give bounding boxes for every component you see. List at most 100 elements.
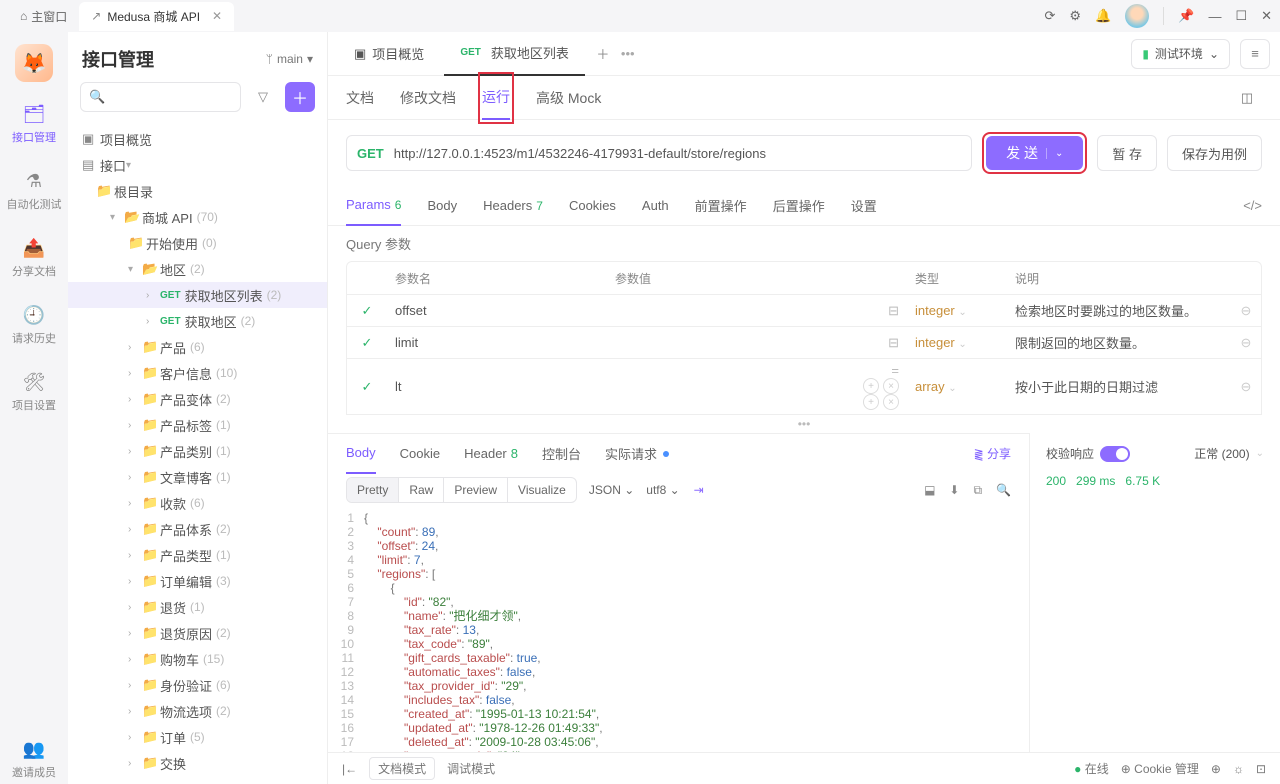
param-value[interactable]: ⊟ <box>607 331 907 355</box>
resptab-body[interactable]: Body <box>346 434 376 474</box>
param-desc[interactable]: 检索地区时要跳过的地区数量。 <box>1007 297 1231 324</box>
footer-icon-2[interactable]: ☼ <box>1233 762 1244 776</box>
tab-overview[interactable]: ▣项目概览 <box>338 32 440 76</box>
tree-product[interactable]: ›📁产品(6) <box>68 334 327 360</box>
maximize-icon[interactable]: ☐ <box>1235 8 1247 24</box>
save-button[interactable]: 暂 存 <box>1097 135 1157 171</box>
tree-order-edit[interactable]: ›📁订单编辑(3) <box>68 568 327 594</box>
copy-icon[interactable]: ⧉ <box>973 483 982 498</box>
download-icon[interactable]: ⬇ <box>949 483 959 497</box>
param-name[interactable]: limit <box>387 331 607 354</box>
tree-collect[interactable]: ›📁收款(6) <box>68 490 327 516</box>
tree-interface-root[interactable]: ▤接口 ▾ <box>68 152 327 178</box>
verify-toggle[interactable] <box>1100 446 1130 462</box>
rail-invite[interactable]: 👥邀请成员 <box>8 735 60 784</box>
seg-pretty[interactable]: Pretty <box>347 478 399 502</box>
footer-icon-3[interactable]: ⊡ <box>1256 762 1266 776</box>
param-value[interactable]: =+×+× <box>607 359 907 414</box>
tree-shipping[interactable]: ›📁物流选项(2) <box>68 698 327 724</box>
search-response-icon[interactable]: 🔍 <box>996 483 1011 497</box>
tree-order[interactable]: ›📁订单(5) <box>68 724 327 750</box>
param-desc[interactable]: 限制返回的地区数量。 <box>1007 329 1231 356</box>
more-tabs-icon[interactable]: ••• <box>621 46 635 61</box>
reqtab-pre[interactable]: 前置操作 <box>695 186 747 226</box>
param-name[interactable]: lt <box>387 375 607 398</box>
tree-cart[interactable]: ›📁购物车(15) <box>68 646 327 672</box>
refresh-icon[interactable]: ⟳ <box>1045 8 1056 24</box>
seg-raw[interactable]: Raw <box>399 478 444 502</box>
param-type[interactable]: array ⌄ <box>907 375 1007 398</box>
gear-icon[interactable]: ⚙ <box>1069 8 1081 24</box>
tree-return[interactable]: ›📁退货(1) <box>68 594 327 620</box>
encoding-select[interactable]: utf8 ⌄ <box>646 483 679 497</box>
reqtab-params[interactable]: Params6 <box>346 186 401 226</box>
tree-getting-started[interactable]: 📁开始使用(0) <box>68 230 327 256</box>
subtab-run[interactable]: 运行 <box>482 76 510 120</box>
menu-button[interactable]: ≡ <box>1240 39 1270 69</box>
avatar[interactable] <box>1125 4 1149 28</box>
tree-variant[interactable]: ›📁产品变体(2) <box>68 386 327 412</box>
tree-region-get[interactable]: ›GET获取地区(2) <box>68 308 327 334</box>
tree-overview[interactable]: ▣项目概览 <box>68 126 327 152</box>
panel-toggle-icon[interactable]: ◫ <box>1232 83 1262 113</box>
tree-tags[interactable]: ›📁产品标签(1) <box>68 412 327 438</box>
remove-param-icon[interactable]: ⊖ <box>1231 375 1261 399</box>
collapse-icon[interactable]: |← <box>342 762 357 776</box>
param-name[interactable]: offset <box>387 299 607 322</box>
check-icon[interactable]: ✓ <box>347 331 387 355</box>
param-row[interactable]: ✓offset⊟integer ⌄检索地区时要跳过的地区数量。⊖ <box>346 295 1262 327</box>
tab-current[interactable]: GET获取地区列表 <box>444 32 585 76</box>
reqtab-settings[interactable]: 设置 <box>851 186 877 226</box>
check-icon[interactable]: ✓ <box>347 299 387 323</box>
tree-region-list[interactable]: ›GET获取地区列表(2) <box>68 282 327 308</box>
resptab-console[interactable]: 控制台 <box>542 444 581 463</box>
add-tab-button[interactable]: ＋ <box>589 44 617 63</box>
param-row[interactable]: ✓lt=+×+×array ⌄按小于此日期的日期过滤⊖ <box>346 359 1262 415</box>
param-type[interactable]: integer ⌄ <box>907 299 1007 322</box>
reqtab-body[interactable]: Body <box>427 186 457 226</box>
rail-automation[interactable]: ⚗自动化测试 <box>3 167 66 216</box>
split-handle[interactable]: ••• <box>328 415 1280 433</box>
app-logo[interactable]: 🦊 <box>15 44 53 82</box>
rail-api[interactable]: 🗂接口管理 <box>8 100 60 149</box>
tree-customer[interactable]: ›📁客户信息(10) <box>68 360 327 386</box>
close-tab-icon[interactable]: ✕ <box>212 9 222 23</box>
seg-preview[interactable]: Preview <box>444 478 508 502</box>
wrap-icon[interactable]: ⇥ <box>694 483 704 497</box>
share-link[interactable]: ⪔ 分享 <box>974 445 1011 462</box>
open-tab[interactable]: ↗ Medusa 商城 API ✕ <box>79 2 234 31</box>
reqtab-cookies[interactable]: Cookies <box>569 186 616 226</box>
minimize-icon[interactable]: — <box>1208 9 1221 24</box>
tree-mall[interactable]: ▾📂商城 API(70) <box>68 204 327 230</box>
param-desc[interactable]: 按小于此日期的日期过滤 <box>1007 373 1231 400</box>
format-select[interactable]: JSON ⌄ <box>589 483 634 497</box>
env-selector[interactable]: ▮测试环境⌄ <box>1131 39 1230 69</box>
chevron-down-icon[interactable]: ⌄ <box>1256 448 1264 459</box>
tree-auth[interactable]: ›📁身份验证(6) <box>68 672 327 698</box>
tree-region[interactable]: ▾📂地区(2) <box>68 256 327 282</box>
resptab-cookie[interactable]: Cookie <box>400 446 440 461</box>
send-caret-icon[interactable]: ⌄ <box>1046 148 1063 159</box>
response-body[interactable]: 1{2 "count": 89,3 "offset": 24,4 "limit"… <box>328 507 1029 752</box>
subtab-doc[interactable]: 文档 <box>346 76 374 120</box>
rail-settings[interactable]: 🛠项目设置 <box>8 368 60 417</box>
tree-ptype[interactable]: ›📁产品类型(1) <box>68 542 327 568</box>
debug-mode-button[interactable]: 调试模式 <box>447 760 495 777</box>
rail-share[interactable]: 📤分享文档 <box>8 234 60 283</box>
param-row[interactable]: ✓limit⊟integer ⌄限制返回的地区数量。⊖ <box>346 327 1262 359</box>
subtab-mock[interactable]: 高级 Mock <box>536 76 601 120</box>
reqtab-post[interactable]: 后置操作 <box>773 186 825 226</box>
window-close-icon[interactable]: ✕ <box>1261 8 1272 24</box>
bell-icon[interactable]: 🔔 <box>1095 8 1111 24</box>
tree-swap[interactable]: ›📁交换 <box>68 750 327 776</box>
filter-icon[interactable]: ▽ <box>249 82 277 112</box>
resptab-header[interactable]: Header 8 <box>464 446 518 461</box>
seg-visualize[interactable]: Visualize <box>508 478 576 502</box>
home-tab[interactable]: ⌂ 主窗口 <box>8 2 79 31</box>
rail-history[interactable]: 🕘请求历史 <box>8 301 60 350</box>
tree-return-reason[interactable]: ›📁退货原因(2) <box>68 620 327 646</box>
reqtab-auth[interactable]: Auth <box>642 186 669 226</box>
param-value[interactable]: ⊟ <box>607 299 907 323</box>
footer-icon-1[interactable]: ⊕ <box>1211 762 1221 776</box>
remove-param-icon[interactable]: ⊖ <box>1231 331 1261 355</box>
